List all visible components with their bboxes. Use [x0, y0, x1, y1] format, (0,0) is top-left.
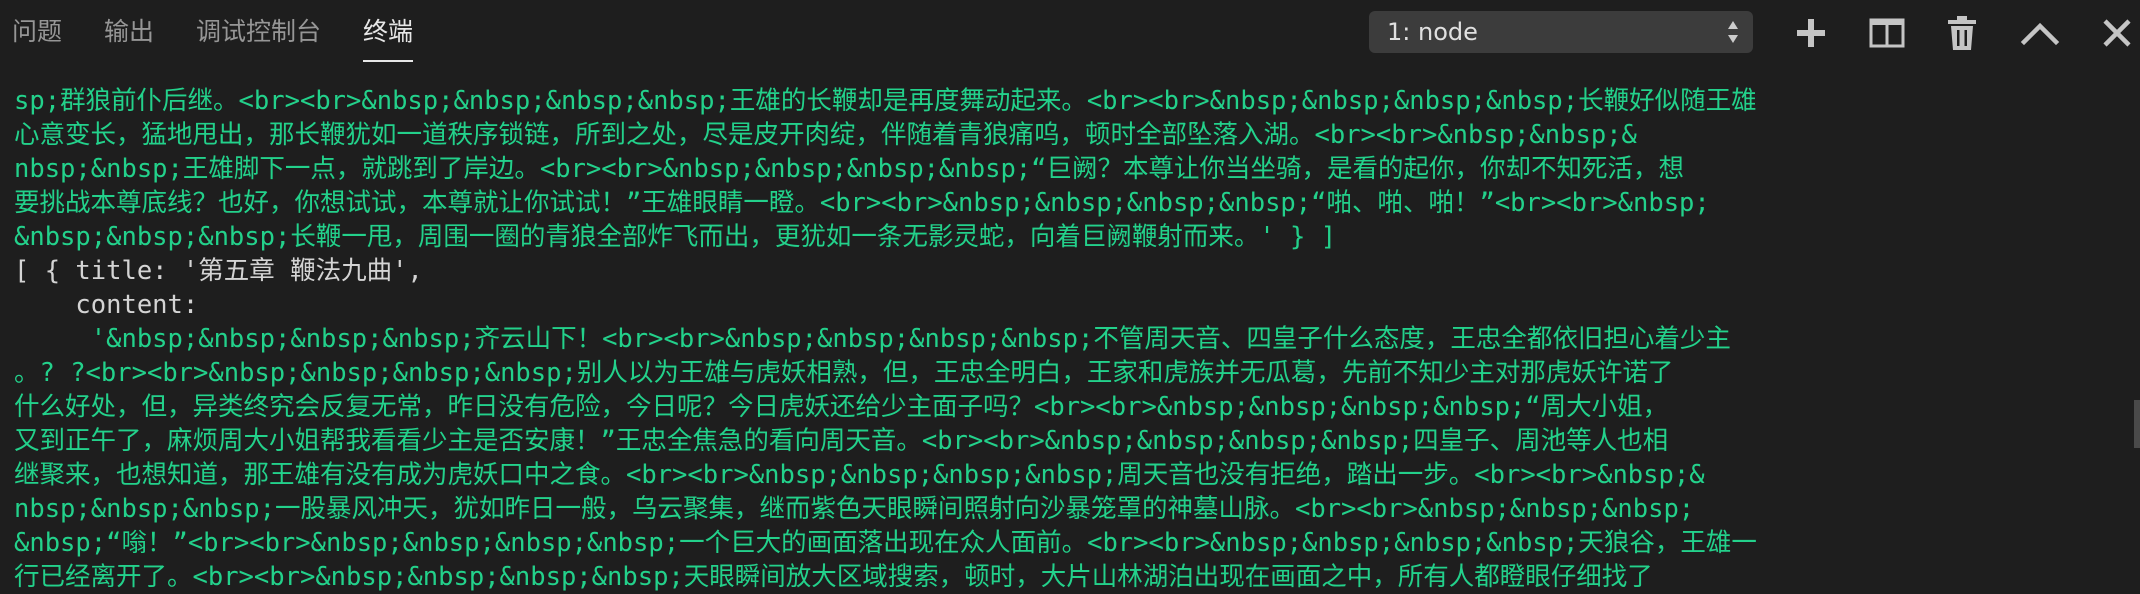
- tab-problems[interactable]: 问题: [12, 14, 62, 50]
- terminal-line: 要挑战本尊底线？也好，你想试试，本尊就让你试试！”王雄眼睛一瞪。<br><br>…: [14, 188, 1710, 218]
- scrollbar-thumb[interactable]: [2134, 400, 2140, 448]
- plus-icon[interactable]: [1791, 13, 1831, 53]
- terminal-line: 继聚来，也想知道，那王雄有没有成为虎妖口中之食。<br><br>&nbsp;&n…: [14, 460, 1705, 490]
- terminal-line: [ { title: '第五章 鞭法九曲',: [14, 256, 423, 286]
- terminal-line: nbsp;&nbsp;王雄脚下一点，就跳到了岸边。<br><br>&nbsp;&…: [14, 154, 1685, 184]
- terminal-line: 又到正午了，麻烦周大小姐帮我看看少主是否安康！”王忠全焦急的看向周天音。<br>…: [14, 426, 1669, 456]
- tab-terminal[interactable]: 终端: [363, 14, 414, 62]
- terminal-line: '&nbsp;&nbsp;&nbsp;&nbsp;齐云山下！<br><br>&n…: [14, 324, 1731, 354]
- close-icon[interactable]: [2097, 13, 2137, 53]
- terminal-output[interactable]: sp;群狼前仆后继。<br><br>&nbsp;&nbsp;&nbsp;&nbs…: [0, 84, 2140, 594]
- chevron-up-icon[interactable]: [2020, 13, 2060, 53]
- trash-icon[interactable]: [1942, 13, 1982, 53]
- terminal-select[interactable]: 1: node: [1369, 11, 1753, 53]
- terminal-line: content:: [14, 290, 199, 320]
- terminal-line: 心意变长，猛地甩出，那长鞭犹如一道秩序锁链，所到之处，尽是皮开肉绽，伴随着青狼痛…: [14, 120, 1637, 150]
- terminal-line: 行已经离开了。<br><br>&nbsp;&nbsp;&nbsp;&nbsp;天…: [14, 562, 1653, 592]
- terminal-select-value: 1: node: [1387, 18, 1478, 46]
- panel-header: 问题 输出 调试控制台 终端 1: node: [0, 0, 2140, 66]
- tab-output[interactable]: 输出: [104, 14, 154, 50]
- select-arrows-icon: [1728, 21, 1738, 43]
- split-icon[interactable]: [1867, 13, 1907, 53]
- terminal-line: 。? ?<br><br>&nbsp;&nbsp;&nbsp;&nbsp;别人以为…: [14, 358, 1674, 388]
- terminal-line: &nbsp;&nbsp;&nbsp;长鞭一甩，周围一圈的青狼全部炸飞而出，更犹如…: [14, 222, 1337, 252]
- terminal-line: 什么好处，但，异类终究会反复无常，昨日没有危险，今日呢？今日虎妖还给少主面子吗？…: [14, 392, 1669, 422]
- terminal-line: nbsp;&nbsp;&nbsp;一股暴风冲天，犹如昨日一般，乌云聚集，继而紫色…: [14, 494, 1695, 524]
- terminal-line: sp;群狼前仆后继。<br><br>&nbsp;&nbsp;&nbsp;&nbs…: [14, 86, 1757, 116]
- tab-debug-console[interactable]: 调试控制台: [196, 14, 321, 50]
- panel-tabs: 问题 输出 调试控制台 终端: [12, 0, 455, 66]
- terminal-line: &nbsp;“嗡！”<br><br>&nbsp;&nbsp;&nbsp;&nbs…: [14, 528, 1757, 558]
